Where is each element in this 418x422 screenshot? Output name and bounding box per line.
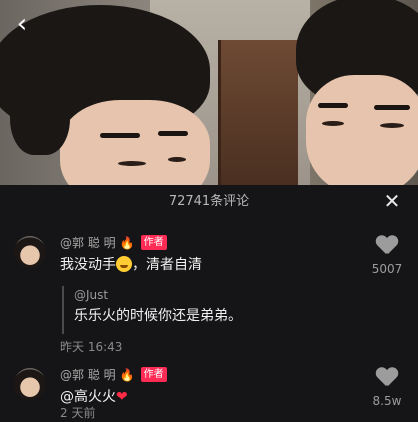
- reply-quote[interactable]: @Just 乐乐火的时候你还是弟弟。: [62, 286, 362, 334]
- background-door: [218, 40, 298, 185]
- comment-text-part: ，清者自清: [132, 257, 202, 273]
- comment-author[interactable]: @郭 聪 明 🔥 作者: [60, 366, 167, 383]
- heart-icon[interactable]: [376, 368, 398, 388]
- heart-icon[interactable]: [376, 236, 398, 256]
- avatar[interactable]: [14, 368, 46, 400]
- reply-user[interactable]: @Just: [74, 286, 362, 304]
- comments-panel: 72741条评论 ✕ @郭 聪 明 🔥 作者 我没动手 ，清者自清 @Just 乐…: [0, 185, 418, 422]
- comment-time: 2 天前: [60, 406, 96, 420]
- reply-text: 乐乐火的时候你还是弟弟。: [74, 308, 242, 324]
- comment-item[interactable]: @郭 聪 明 🔥 作者 我没动手 ，清者自清 @Just 乐乐火的时候你还是弟弟。…: [0, 230, 418, 360]
- like-button[interactable]: 5007: [366, 236, 408, 276]
- mention-link[interactable]: @高火火: [60, 389, 116, 405]
- video-frame[interactable]: ‹: [0, 0, 418, 185]
- comment-item[interactable]: @郭 聪 明 🔥 作者 @高火火❤ 2 天前 8.5w: [0, 362, 418, 422]
- comment-text: 我没动手 ，清者自清: [60, 254, 202, 274]
- comments-header: 72741条评论 ✕: [0, 185, 418, 218]
- comments-count-title: 72741条评论: [168, 194, 250, 209]
- red-heart-icon: ❤: [116, 389, 128, 405]
- author-badge: 作者: [140, 235, 167, 250]
- author-name[interactable]: @郭 聪 明: [60, 234, 116, 251]
- comment-author[interactable]: @郭 聪 明 🔥 作者: [60, 234, 167, 251]
- comment-text-part: 我没动手: [60, 257, 116, 273]
- like-count: 8.5w: [372, 394, 402, 408]
- fire-icon: 🔥: [119, 235, 135, 250]
- laughing-emoji-icon: [116, 256, 132, 272]
- fire-icon: 🔥: [119, 367, 135, 382]
- back-icon[interactable]: ‹: [8, 10, 36, 38]
- author-name[interactable]: @郭 聪 明: [60, 366, 116, 383]
- comment-text: @高火火❤: [60, 386, 128, 406]
- like-count: 5007: [371, 262, 403, 276]
- avatar[interactable]: [14, 236, 46, 268]
- author-badge: 作者: [140, 367, 167, 382]
- comment-time: 昨天 16:43: [60, 340, 123, 354]
- like-button[interactable]: 8.5w: [366, 368, 408, 408]
- person-right: [296, 0, 418, 185]
- close-icon[interactable]: ✕: [378, 187, 406, 215]
